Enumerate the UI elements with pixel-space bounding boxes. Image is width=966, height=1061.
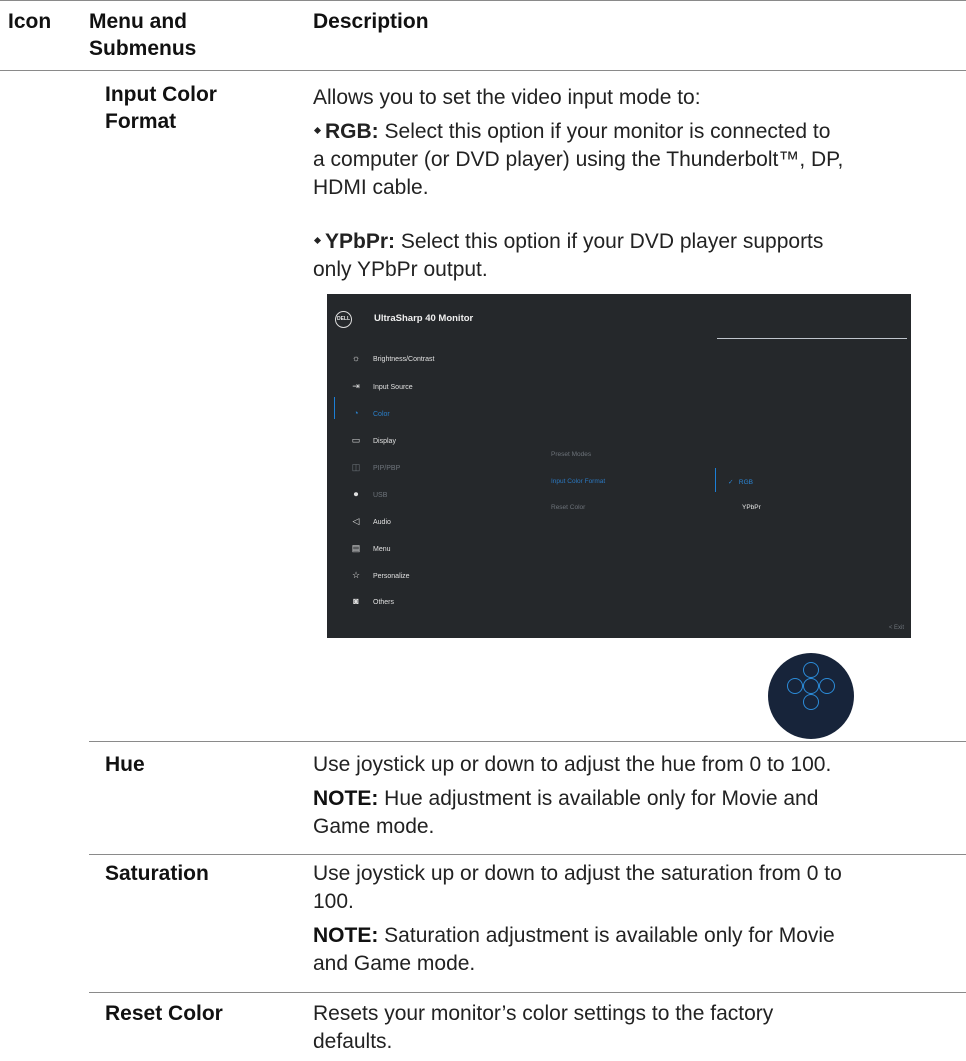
pip-pbp-icon: ◫ <box>351 462 361 472</box>
bullet-icon <box>313 236 322 244</box>
top-rule <box>0 0 966 1</box>
hue-note: NOTE: Hue adjustment is available only f… <box>313 787 819 838</box>
hue-title: Hue <box>105 753 145 776</box>
check-icon: ✓ <box>728 479 734 486</box>
bullet-icon <box>313 126 322 134</box>
color-icon: ◔ <box>353 408 359 418</box>
osd-menu-pip-pbp[interactable]: ◫ PIP/PBP <box>349 460 401 474</box>
reset-color-title: Reset Color <box>105 1002 223 1025</box>
osd-menu-color[interactable]: ◔ Color <box>349 406 389 420</box>
osd-sub-preset-modes[interactable]: Preset Modes <box>551 451 591 458</box>
joystick-right-icon <box>819 678 835 694</box>
saturation-description: Use joystick up or down to adjust the sa… <box>313 862 842 913</box>
dell-logo-icon: DELL <box>335 311 352 328</box>
display-icon: ▭ <box>351 435 361 445</box>
input-color-format-intro: Allows you to set the video input mode t… <box>313 86 701 109</box>
header-description: Description <box>313 10 429 33</box>
input-source-icon: ⇥ <box>352 381 360 391</box>
osd-sub-reset-color[interactable]: Reset Color <box>551 504 585 511</box>
reset-color-description: Resets your monitor’s color settings to … <box>313 1002 774 1053</box>
osd-menu-usb[interactable]: ⏺ USB <box>349 487 388 501</box>
ypbpr-bullet: YPbPr: Select this option if your DVD pl… <box>313 230 824 281</box>
osd-menu-display[interactable]: ▭ Display <box>349 433 396 447</box>
others-icon: ◙ <box>353 596 359 606</box>
joystick-icon <box>768 653 854 739</box>
osd-menu-personalize[interactable]: ☆ Personalize <box>349 568 410 582</box>
joystick-down-icon <box>803 694 819 710</box>
saturation-note: NOTE: Saturation adjustment is available… <box>313 924 835 975</box>
saturation-title: Saturation <box>105 862 209 885</box>
joystick-up-icon <box>803 662 819 678</box>
hue-description: Use joystick up or down to adjust the hu… <box>313 753 832 776</box>
joystick-center-icon <box>803 678 819 694</box>
usb-icon: ⏺ <box>353 489 359 499</box>
osd-option-rgb[interactable]: ✓ RGB <box>728 478 753 486</box>
osd-sub-input-color-format[interactable]: Input Color Format <box>551 478 605 485</box>
row-rule <box>89 992 966 993</box>
header-menu: Menu and Submenus <box>89 10 197 60</box>
osd-exit[interactable]: < Exit <box>889 625 904 631</box>
osd-menu-screenshot: DELL UltraSharp 40 Monitor ☼ Brightness/C… <box>327 294 911 638</box>
audio-icon: ◁ <box>352 516 360 526</box>
header-rule <box>0 70 966 71</box>
header-icon: Icon <box>8 10 52 33</box>
osd-menu-menu[interactable]: ▤ Menu <box>349 541 391 555</box>
osd-option-ypbpr[interactable]: YPbPr <box>742 504 761 511</box>
osd-title: UltraSharp 40 Monitor <box>374 313 474 324</box>
menu-icon: ▤ <box>351 543 361 553</box>
brightness-icon: ☼ <box>351 353 361 363</box>
osd-active-indicator <box>334 397 335 419</box>
input-color-format-title: Input Color Format <box>105 83 217 133</box>
row-rule <box>89 854 966 855</box>
row-rule <box>89 741 966 742</box>
osd-menu-brightness[interactable]: ☼ Brightness/Contrast <box>349 351 435 365</box>
osd-menu-others[interactable]: ◙ Others <box>349 594 394 608</box>
rgb-bullet: RGB: Select this option if your monitor … <box>313 120 844 199</box>
osd-title-rule <box>717 338 907 339</box>
joystick-left-icon <box>787 678 803 694</box>
osd-menu-input-source[interactable]: ⇥ Input Source <box>349 379 412 393</box>
osd-option-indicator <box>715 468 716 492</box>
star-icon: ☆ <box>351 570 361 580</box>
osd-menu-audio[interactable]: ◁ Audio <box>349 514 391 528</box>
